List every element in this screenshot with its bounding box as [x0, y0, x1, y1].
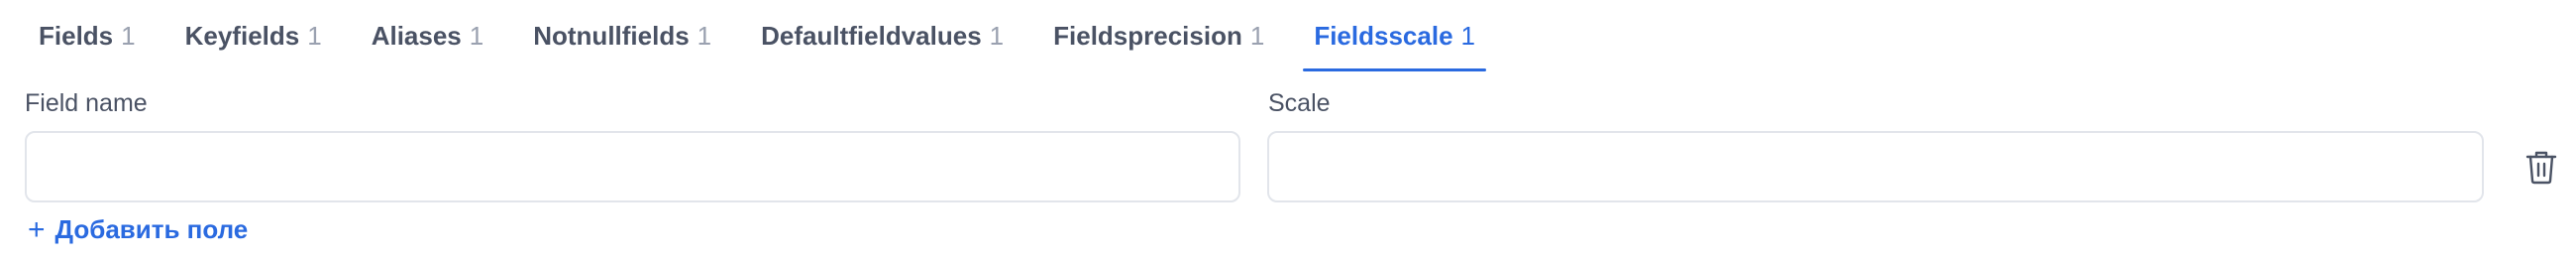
delete-row-button[interactable]: [2524, 149, 2558, 185]
tab-count: 1: [1460, 20, 1475, 51]
tab-count: 1: [697, 20, 712, 51]
tab-label: Fieldsprecision: [1053, 20, 1242, 51]
add-field-button[interactable]: + Добавить поле: [28, 214, 248, 245]
tab-notnullfields[interactable]: Notnullfields 1: [508, 0, 736, 71]
scale-label: Scale: [1268, 89, 1331, 117]
trash-icon: [2525, 151, 2557, 185]
tab-count: 1: [1249, 20, 1265, 51]
tab-aliases[interactable]: Aliases 1: [347, 0, 509, 71]
tab-bar: Fields 1 Keyfields 1 Aliases 1 Notnullfi…: [0, 0, 1500, 71]
tab-label: Fieldsscale: [1314, 20, 1453, 51]
fields-scale-editor: Fields 1 Keyfields 1 Aliases 1 Notnullfi…: [0, 0, 2576, 262]
tab-keyfields[interactable]: Keyfields 1: [161, 0, 347, 71]
tab-fields[interactable]: Fields 1: [14, 0, 161, 71]
tab-count: 1: [989, 20, 1005, 51]
tab-fieldsprecision[interactable]: Fieldsprecision 1: [1028, 0, 1289, 71]
tab-count: 1: [307, 20, 322, 51]
tab-count: 1: [469, 20, 484, 51]
tab-label: Defaultfieldvalues: [761, 20, 982, 51]
tab-fieldsscale[interactable]: Fieldsscale 1: [1289, 0, 1500, 71]
scale-input[interactable]: [1267, 131, 2484, 202]
tab-count: 1: [121, 20, 136, 51]
tab-label: Aliases: [371, 20, 462, 51]
add-field-label: Добавить поле: [54, 214, 249, 244]
field-name-input[interactable]: [25, 131, 1240, 202]
tab-defaultfieldvalues[interactable]: Defaultfieldvalues 1: [736, 0, 1028, 71]
tab-label: Keyfields: [184, 20, 300, 51]
tab-label: Notnullfields: [533, 20, 690, 51]
tab-label: Fields: [39, 20, 114, 51]
plus-icon: +: [28, 212, 46, 246]
field-name-label: Field name: [25, 89, 148, 117]
